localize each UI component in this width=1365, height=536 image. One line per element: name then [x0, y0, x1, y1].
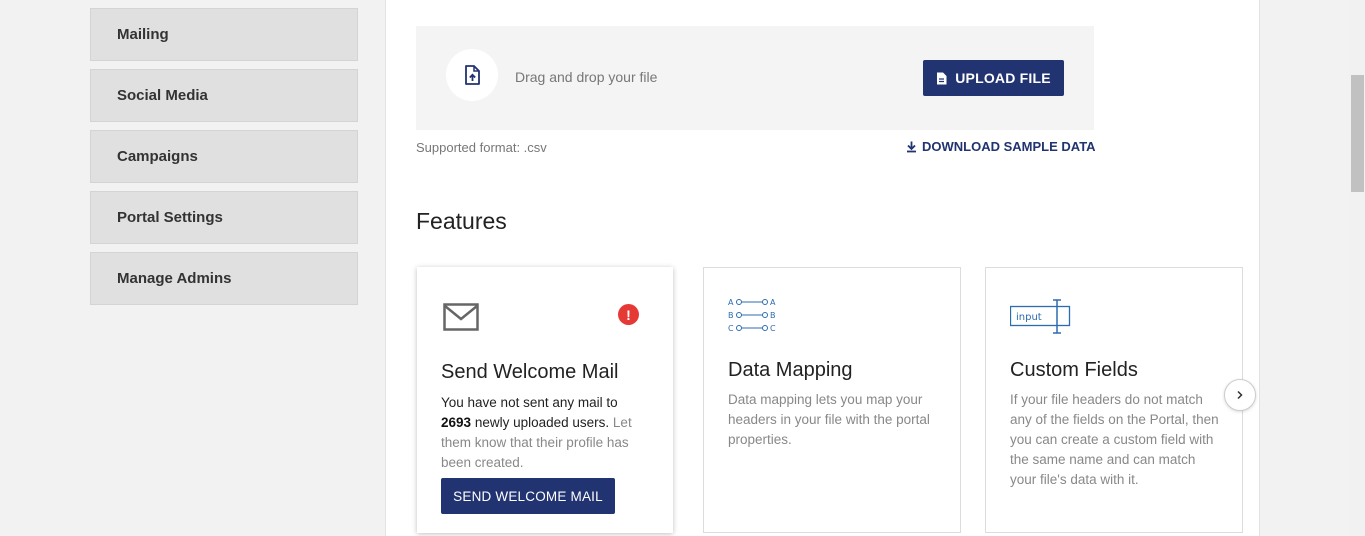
data-mapping-icon: A B C A B C — [728, 298, 776, 333]
mapping-letter: C — [728, 324, 734, 333]
sidebar-item-manage-admins[interactable]: Manage Admins — [90, 252, 358, 305]
alert-badge: ! — [618, 304, 639, 325]
sidebar-item-campaigns[interactable]: Campaigns — [90, 130, 358, 183]
input-icon-label: input — [1016, 312, 1042, 323]
download-icon — [907, 141, 916, 152]
sidebar-item-label: Mailing — [117, 26, 169, 43]
features-heading: Features — [416, 208, 507, 234]
supported-format-text: Supported format: .csv — [416, 140, 547, 155]
card-description: Data mapping lets you map your headers i… — [728, 392, 930, 447]
card-text-part: newly uploaded users. — [474, 415, 610, 430]
mail-icon — [443, 303, 479, 331]
sidebar-item-label: Manage Admins — [117, 270, 232, 287]
sidebar-item-label: Social Media — [117, 87, 208, 104]
card-description: If your file headers do not match any of… — [1010, 392, 1219, 487]
download-sample-data-link[interactable]: DOWNLOAD SAMPLE DATA — [906, 139, 1096, 154]
sidebar-item-portal-settings[interactable]: Portal Settings — [90, 191, 358, 244]
feature-card-welcome-mail[interactable]: ! Send Welcome Mail You have not sent an… — [417, 267, 673, 533]
file-upload-icon — [465, 65, 480, 85]
download-sample-data-label: DOWNLOAD SAMPLE DATA — [922, 139, 1096, 154]
mapping-letter: A — [770, 298, 776, 307]
card-title: Data Mapping — [728, 359, 853, 381]
card-text-part: You have not sent any mail to — [441, 395, 618, 410]
drag-drop-text: Drag and drop your file — [515, 69, 658, 85]
mapping-letter: B — [728, 311, 734, 320]
card-title: Custom Fields — [1010, 359, 1138, 381]
uploaded-count: 2693 — [441, 415, 472, 430]
card-title: Send Welcome Mail — [441, 361, 619, 383]
sidebar-item-social-media[interactable]: Social Media — [90, 69, 358, 122]
upload-file-label: UPLOAD FILE — [955, 70, 1051, 86]
upload-circle — [446, 49, 498, 101]
chevron-right-icon — [1237, 390, 1243, 400]
file-dropzone[interactable]: Drag and drop your file UPLOAD FILE — [416, 26, 1094, 130]
send-welcome-mail-button[interactable]: SEND WELCOME MAIL — [441, 478, 615, 514]
mapping-letter: A — [728, 298, 734, 307]
sidebar-item-mailing[interactable]: Mailing — [90, 8, 358, 61]
file-icon — [937, 72, 947, 84]
main-panel: Drag and drop your file UPLOAD FILE Supp… — [385, 0, 1260, 536]
feature-card-data-mapping[interactable]: A B C A B C Data Mapping Data mapping le… — [703, 267, 961, 533]
card-description: You have not sent any mail to 2693 newly… — [441, 393, 651, 473]
sidebar-item-label: Portal Settings — [117, 209, 223, 226]
upload-file-button[interactable]: UPLOAD FILE — [923, 60, 1064, 96]
mapping-letter: C — [770, 324, 776, 333]
carousel-next-button[interactable] — [1224, 379, 1256, 411]
mapping-letter: B — [770, 311, 776, 320]
input-field-icon: input — [1010, 299, 1071, 334]
feature-card-custom-fields[interactable]: input Custom Fields If your file headers… — [985, 267, 1243, 533]
sidebar-item-label: Campaigns — [117, 148, 198, 165]
scrollbar-thumb[interactable] — [1351, 75, 1364, 192]
